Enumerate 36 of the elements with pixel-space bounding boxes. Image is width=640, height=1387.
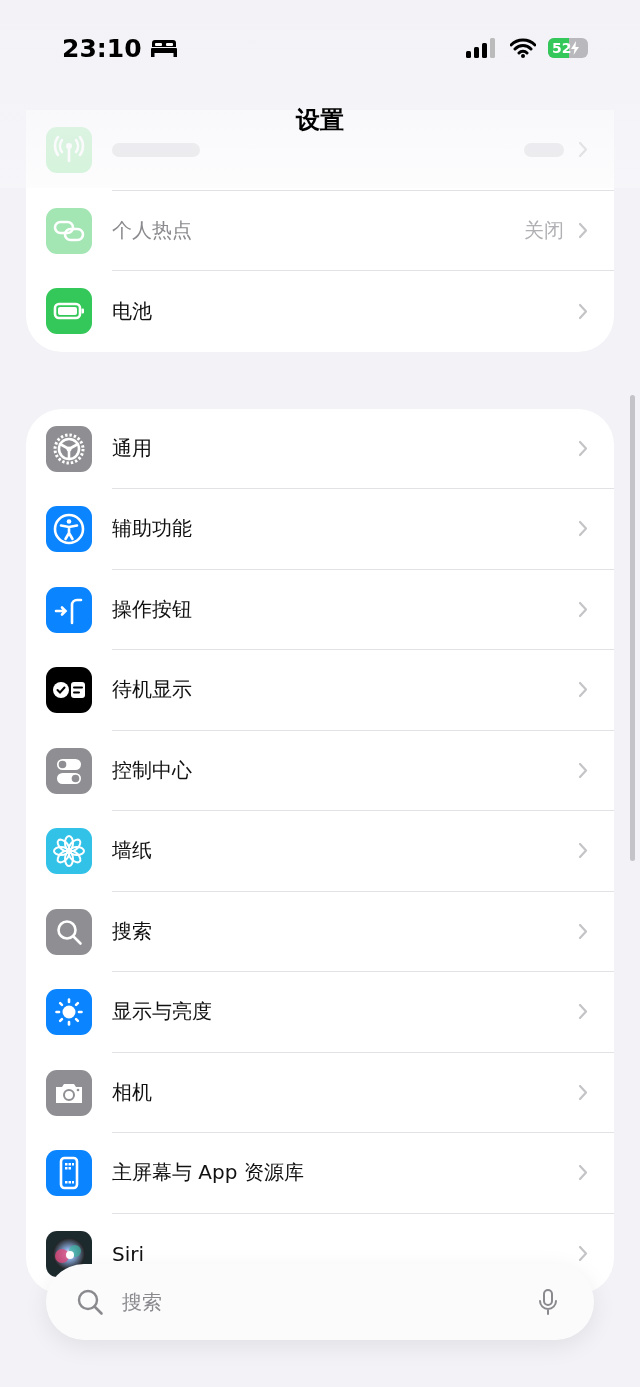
- status-time: 23:10: [62, 33, 142, 63]
- row-label: 墙纸: [112, 837, 153, 865]
- row-label: 操作按钮: [112, 595, 193, 623]
- row-label: 通用: [112, 434, 153, 462]
- page-title: 设置: [294, 105, 345, 136]
- search-field[interactable]: 搜索: [46, 1264, 594, 1340]
- row-label: 控制中心: [112, 756, 193, 784]
- row-label: 待机显示: [112, 676, 193, 704]
- chevron-icon: [578, 520, 588, 538]
- chevron-icon: [578, 681, 588, 699]
- search-input[interactable]: 搜索: [120, 1289, 538, 1315]
- microphone-icon[interactable]: [538, 1289, 558, 1315]
- row-label: 搜索: [112, 917, 153, 945]
- chevron-icon: [578, 1083, 588, 1101]
- row-label: 辅助功能: [112, 515, 193, 543]
- bed-icon: [149, 39, 178, 57]
- row-value: 关闭: [524, 216, 564, 244]
- chevron-icon: [578, 922, 588, 940]
- chevron-icon: [578, 1003, 588, 1021]
- row-label: Siri: [112, 1241, 146, 1266]
- chevron-icon: [578, 302, 588, 320]
- chevron-icon: [578, 600, 588, 618]
- row-label: 电池: [112, 297, 153, 325]
- signal-icon: [466, 38, 498, 58]
- row-label: 显示与亮度: [112, 998, 213, 1026]
- wifi-icon: [510, 38, 536, 58]
- search-icon: [76, 1288, 104, 1316]
- chevron-icon: [578, 842, 588, 860]
- row-label: 个人热点: [112, 216, 193, 244]
- chevron-icon: [578, 1164, 588, 1182]
- row-label: 主屏幕与 App 资源库: [112, 1159, 305, 1187]
- row-label: 相机: [112, 1078, 153, 1106]
- chevron-icon: [578, 439, 588, 457]
- chevron-icon: [578, 221, 588, 239]
- chevron-icon: [578, 761, 588, 779]
- chevron-icon: [578, 1245, 588, 1263]
